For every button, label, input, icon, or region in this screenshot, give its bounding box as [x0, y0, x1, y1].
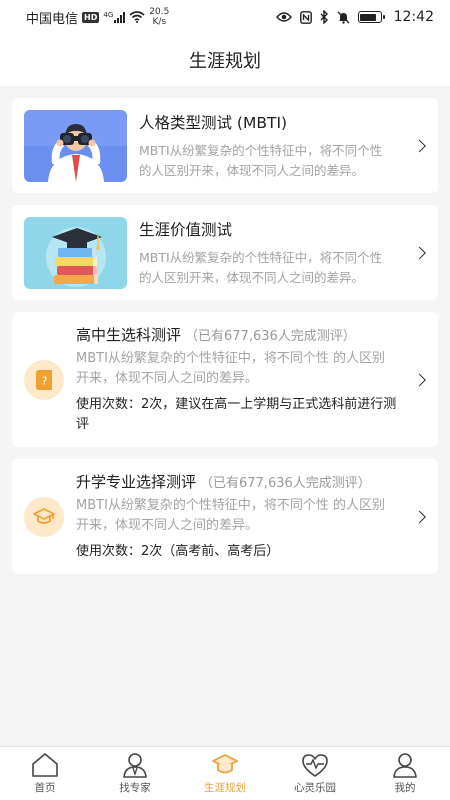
eval-title-row: 升学专业选择测评 （已有677,636人完成测评）: [76, 471, 398, 492]
chevron-right-icon: [413, 373, 426, 386]
card-text: 生涯价值测试 MBTI从纷繁复杂的个性特征中，将不同个性 的人区别开来，体现不同…: [139, 218, 398, 288]
eval-title: 升学专业选择测评: [76, 473, 197, 491]
wifi-icon: [129, 11, 145, 23]
bluetooth-icon: [320, 10, 328, 24]
heart-pulse-icon: [302, 754, 328, 777]
status-left: 中国电信 HD 4G 20.5 K/s: [26, 7, 169, 27]
nav-item-home[interactable]: 首页: [0, 752, 90, 795]
eval-icon-column: [24, 471, 76, 562]
user-icon: [393, 753, 417, 778]
nav-label: 心灵乐园: [294, 782, 336, 794]
nav-label: 生涯规划: [204, 782, 246, 794]
expert-icon: [123, 753, 147, 778]
chevron-right-icon: [413, 139, 426, 152]
page-header: 生涯规划: [0, 34, 450, 86]
eval-description: MBTI从纷繁复杂的个性特征中，将不同个性 的人区别开来，体现不同人之间的差异。: [76, 351, 386, 386]
battery-icon: [357, 11, 385, 23]
page-title: 生涯规划: [189, 51, 261, 72]
card-title: 人格类型测试 (MBTI): [139, 113, 288, 132]
mute-bell-icon: [337, 11, 350, 24]
battery-fill: [360, 13, 377, 21]
nav-item-expert[interactable]: 找专家: [90, 752, 180, 795]
eval-title-row: 高中生选科测评 （已有677,636人完成测评）: [76, 324, 398, 345]
net-speed-unit: K/s: [152, 17, 167, 27]
home-icon: [32, 753, 58, 777]
career-value-thumbnail: [24, 216, 127, 289]
nfc-icon: [299, 10, 312, 24]
carrier-name: 中国电信: [26, 11, 79, 27]
card-description: MBTI从纷繁复杂的个性特征中，将不同个性 的人区别开来，体现不同人之间的差异。: [139, 249, 383, 285]
svg-text:?: ?: [42, 374, 48, 387]
eval-description: MBTI从纷繁复杂的个性特征中，将不同个性 的人区别开来，体现不同人之间的差异。: [76, 498, 386, 533]
network-type: 4G: [103, 11, 114, 19]
eval-icon-column: ?: [24, 324, 76, 435]
card-title: 生涯价值测试: [139, 220, 233, 239]
eval-card-major-selection[interactable]: 升学专业选择测评 （已有677,636人完成测评） MBTI从纷繁复杂的个性特征中…: [12, 459, 438, 574]
signal-group: 4G: [103, 11, 126, 23]
nav-label: 找专家: [119, 782, 151, 794]
eval-usage: 使用次数：2次，建议在高一上学期与正式选科前进行测评: [76, 397, 397, 432]
eval-completion-count: （已有677,636人完成测评）: [185, 329, 356, 344]
net-speed-value: 20.5: [149, 7, 170, 17]
eval-body: 高中生选科测评 （已有677,636人完成测评） MBTI从纷繁复杂的个性特征中，…: [76, 324, 398, 435]
eval-body: 升学专业选择测评 （已有677,636人完成测评） MBTI从纷繁复杂的个性特征中…: [76, 471, 398, 562]
signal-icon: [114, 11, 126, 23]
mbti-thumbnail: [24, 109, 127, 182]
eye-icon: [275, 12, 292, 22]
eval-usage: 使用次数：2次（高考前、高考后）: [76, 544, 280, 559]
nav-label: 我的: [394, 782, 416, 794]
test-card-mbti[interactable]: 人格类型测试 (MBTI) MBTI从纷繁复杂的个性特征中，将不同个性 的人区别…: [12, 98, 438, 193]
hd-badge: HD: [82, 11, 100, 23]
graduation-cap-icon: [24, 496, 64, 537]
clock: 12:42: [393, 9, 434, 25]
chevron-right-icon: [413, 510, 426, 523]
nav-item-mind-garden[interactable]: 心灵乐园: [270, 752, 360, 795]
eval-title: 高中生选科测评: [76, 326, 182, 344]
eval-card-subject-selection[interactable]: ? 高中生选科测评 （已有677,636人完成测评） MBTI从纷繁复杂的个性特征…: [12, 312, 438, 447]
eval-completion-count: （已有677,636人完成测评）: [200, 476, 371, 491]
test-card-career-value[interactable]: 生涯价值测试 MBTI从纷繁复杂的个性特征中，将不同个性 的人区别开来，体现不同…: [12, 205, 438, 300]
question-book-icon: ?: [24, 359, 64, 400]
card-description: MBTI从纷繁复杂的个性特征中，将不同个性 的人区别开来，体现不同人之间的差异。: [139, 142, 383, 178]
nav-item-career-planning[interactable]: 生涯规划: [180, 752, 270, 795]
graduation-cap-icon: [212, 754, 238, 774]
status-bar: 中国电信 HD 4G 20.5 K/s 12:42: [0, 0, 450, 34]
main-content: 人格类型测试 (MBTI) MBTI从纷繁复杂的个性特征中，将不同个性 的人区别…: [0, 86, 450, 574]
bottom-nav: 首页 找专家 生涯规划 心灵乐园 我的: [0, 746, 450, 800]
nav-item-mine[interactable]: 我的: [360, 752, 450, 795]
status-right: 12:42: [275, 9, 434, 25]
nav-label: 首页: [34, 782, 56, 794]
card-text: 人格类型测试 (MBTI) MBTI从纷繁复杂的个性特征中，将不同个性 的人区别…: [139, 111, 398, 181]
net-speed: 20.5 K/s: [149, 7, 169, 27]
chevron-right-icon: [413, 246, 426, 259]
